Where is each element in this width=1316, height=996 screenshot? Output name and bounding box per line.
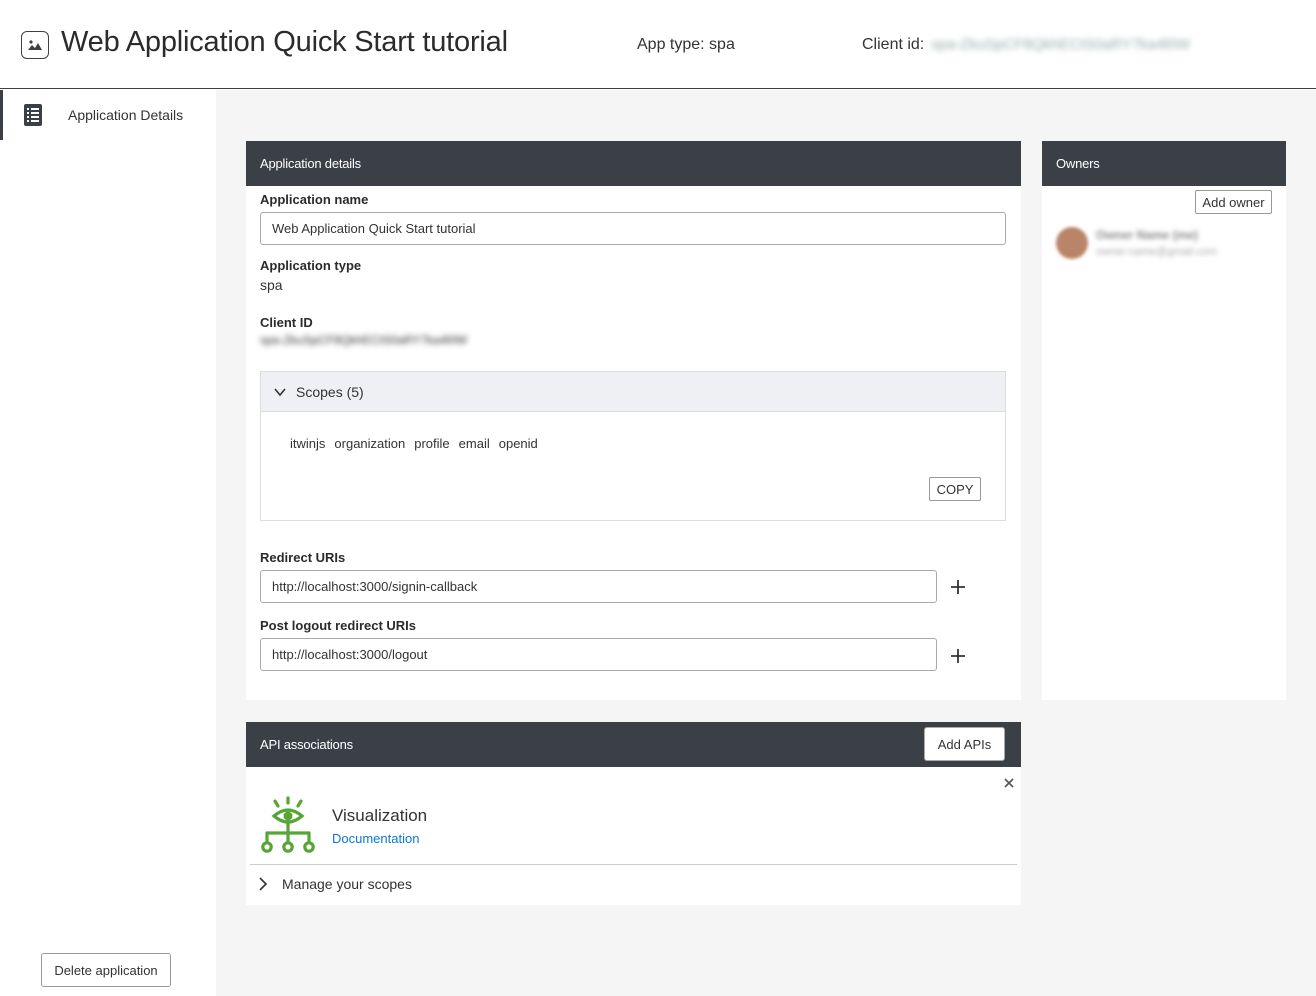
sidebar: Application Details Delete application: [0, 90, 216, 996]
manage-scopes-label: Manage your scopes: [282, 876, 412, 892]
delete-application-button[interactable]: Delete application: [41, 953, 171, 987]
add-owner-button[interactable]: Add owner: [1195, 190, 1272, 214]
application-type-value: spa: [260, 277, 283, 293]
api-associations-header: API associations Add APIs: [246, 722, 1021, 767]
chevron-right-icon: [256, 877, 270, 891]
plus-icon: [951, 580, 965, 594]
client-id-field-value: spa-ZkuSpCF8QkhECtS0aRY7ka4l0W: [260, 333, 468, 347]
manage-scopes-toggle[interactable]: Manage your scopes: [256, 871, 412, 897]
avatar: [1056, 227, 1088, 259]
main-content: Application details Application name App…: [216, 90, 1316, 996]
scopes-toggle[interactable]: Scopes (5): [261, 372, 1005, 412]
api-associations-panel: API associations Add APIs Visualization …: [246, 722, 1021, 905]
scope-item: email: [458, 436, 490, 451]
owners-title: Owners: [1042, 141, 1286, 186]
scope-item: profile: [414, 436, 450, 451]
api-name: Visualization: [332, 806, 428, 825]
list-icon: [24, 104, 42, 126]
page-header: Web Application Quick Start tutorial App…: [0, 0, 1316, 89]
scopes-section: Scopes (5) itwinjs organization profile …: [260, 371, 1006, 521]
add-redirect-uri-button[interactable]: [948, 577, 968, 597]
client-id-field-label: Client ID: [260, 315, 313, 330]
add-apis-button[interactable]: Add APIs: [924, 727, 1005, 761]
panel-title: Application details: [246, 141, 1021, 186]
sidebar-item-label: Application Details: [68, 107, 184, 123]
post-logout-uris-label: Post logout redirect URIs: [260, 618, 417, 633]
divider: [250, 864, 1017, 865]
owner-email: owner.name@gmail.com: [1096, 246, 1218, 258]
client-id-value: spa-ZkuSpCF8QkhECtS0aRY7ka4l0W: [931, 36, 1190, 53]
scope-item: organization: [334, 436, 406, 451]
scopes-title: Scopes (5): [296, 383, 364, 400]
application-details-panel: Application details Application name App…: [246, 141, 1021, 700]
owners-panel: Owners Add owner Owner Name (me) owner.n…: [1042, 141, 1286, 700]
documentation-link[interactable]: Documentation: [332, 831, 419, 846]
redirect-uri-input[interactable]: [260, 570, 937, 603]
remove-api-button[interactable]: [1002, 776, 1016, 790]
scopes-list: itwinjs organization profile email openi…: [290, 436, 538, 451]
application-name-input[interactable]: [260, 212, 1006, 245]
client-id-label: Client id:: [862, 36, 925, 53]
page-title: Web Application Quick Start tutorial: [61, 26, 508, 58]
scope-item: itwinjs: [290, 436, 326, 451]
scope-item: openid: [498, 436, 538, 451]
redirect-uris-label: Redirect URIs: [260, 550, 346, 565]
image-icon: [21, 31, 49, 59]
sidebar-item-application-details[interactable]: Application Details: [0, 90, 216, 140]
api-associations-title: API associations: [260, 737, 353, 752]
visualization-icon: [259, 796, 319, 856]
owner-list-item: Owner Name (me) owner.name@gmail.com: [1056, 227, 1217, 259]
add-post-logout-uri-button[interactable]: [948, 646, 968, 666]
close-icon: [1004, 778, 1014, 788]
owner-name: Owner Name (me): [1096, 228, 1199, 242]
copy-scopes-button[interactable]: COPY: [929, 477, 981, 501]
application-name-label: Application name: [260, 192, 369, 207]
chevron-down-icon: [273, 385, 287, 399]
plus-icon: [951, 649, 965, 663]
app-type-label: App type: spa: [637, 36, 735, 53]
application-type-label: Application type: [260, 258, 362, 273]
post-logout-uri-input[interactable]: [260, 638, 937, 671]
